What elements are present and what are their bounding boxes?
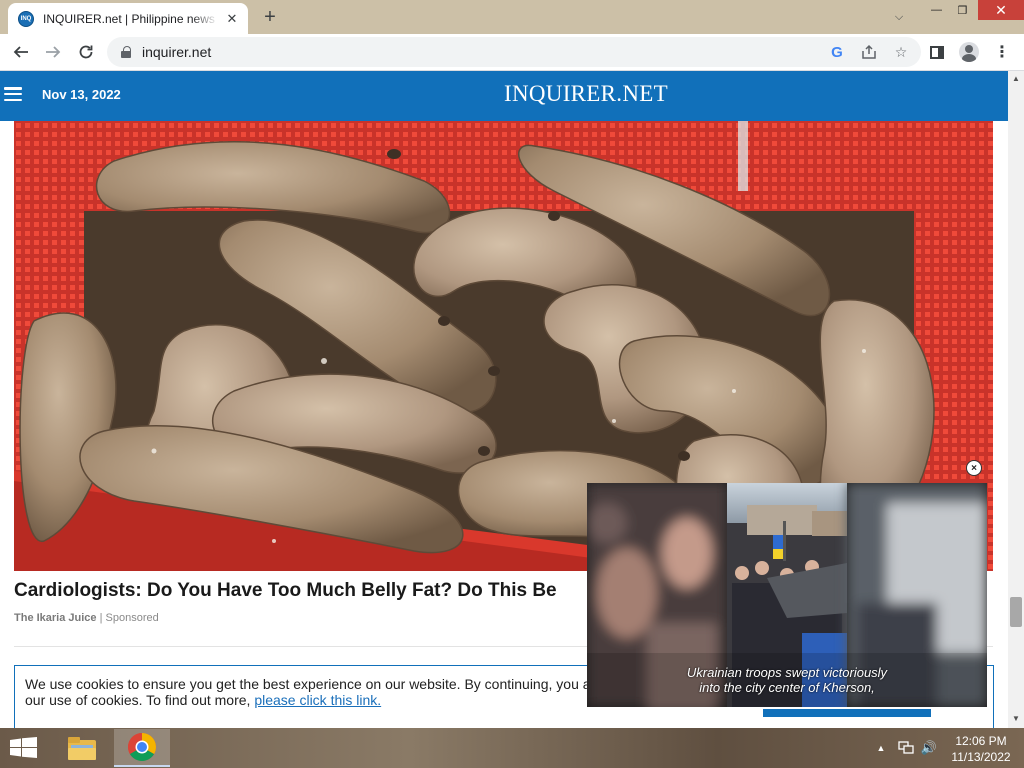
site-logo[interactable]: INQUIRER.NET [504, 81, 668, 107]
sponsored-source[interactable]: The Ikaria Juice [14, 612, 97, 624]
reload-button[interactable] [73, 39, 99, 65]
page-viewport: Nov 13, 2022 INQUIRER.NET Cardiologists:… [0, 71, 1008, 728]
start-button[interactable] [10, 737, 38, 759]
volume-icon[interactable]: 🔊 [920, 738, 938, 758]
taskbar-clock[interactable]: 12:06 PM 11/13/2022 [946, 733, 1016, 765]
lock-icon[interactable] [121, 45, 131, 59]
scrollbar-thumb[interactable] [1010, 597, 1022, 627]
file-explorer-taskbar-button[interactable] [54, 729, 110, 767]
meta-separator: | [99, 612, 103, 624]
sponsored-headline[interactable]: Cardiologists: Do You Have Too Much Bell… [14, 580, 588, 602]
forward-button[interactable] [40, 39, 66, 65]
restore-button[interactable]: ❐ [947, 0, 978, 20]
cookie-accept-button[interactable] [763, 709, 931, 717]
close-tab-icon[interactable]: ✕ [224, 11, 240, 27]
close-video-icon[interactable]: × [966, 460, 982, 476]
video-caption-line2: into the city center of Kherson, [699, 680, 875, 695]
network-icon[interactable] [897, 738, 915, 758]
video-caption: Ukrainian troops swept victoriously into… [587, 665, 987, 695]
side-panel-icon[interactable] [928, 42, 946, 62]
video-caption-line1: Ukrainian troops swept victoriously [686, 665, 888, 680]
address-bar[interactable]: inquirer.net G ☆ [107, 37, 921, 67]
new-tab-button[interactable]: + [258, 6, 282, 28]
clock-date: 11/13/2022 [951, 750, 1011, 764]
arrow-left-icon [13, 46, 28, 58]
google-icon[interactable]: G [827, 42, 847, 62]
folder-icon [68, 737, 96, 760]
sponsored-label: Sponsored [105, 612, 159, 624]
show-hidden-icons-chevron-icon[interactable]: ▲ [874, 738, 888, 758]
tab-strip: INQ INQUIRER.net | Philippine news for F… [0, 0, 1024, 34]
cookie-policy-link[interactable]: please click this link. [254, 692, 381, 708]
scroll-up-arrow-icon[interactable]: ▲ [1012, 75, 1020, 83]
chrome-taskbar-button[interactable] [114, 729, 170, 767]
floating-video-player[interactable]: Ukrainian troops swept victoriously into… [587, 483, 987, 707]
close-window-button[interactable]: ✕ [978, 0, 1024, 20]
url-text[interactable]: inquirer.net [142, 44, 211, 60]
tab-search-chevron-icon[interactable]: ⌵ [889, 8, 909, 26]
header-date: Nov 13, 2022 [42, 87, 121, 102]
hamburger-menu-icon[interactable] [4, 87, 22, 101]
profile-icon[interactable] [958, 42, 980, 62]
cookie-text-line2-body: our use of cookies. To find out more, [25, 692, 251, 708]
scroll-down-arrow-icon[interactable]: ▼ [1012, 715, 1020, 723]
windows-logo-icon [10, 737, 37, 758]
windows-taskbar: ▲ 🔊 12:06 PM 11/13/2022 [0, 728, 1024, 768]
tab-title: INQUIRER.net | Philippine news for Filip… [43, 11, 218, 26]
site-header: Nov 13, 2022 INQUIRER.NET [0, 71, 1008, 121]
vertical-scrollbar[interactable]: ▲ ▼ [1008, 71, 1024, 728]
share-icon[interactable] [859, 42, 879, 62]
arrow-right-icon [46, 46, 61, 58]
chrome-icon [128, 733, 156, 761]
sponsored-meta: The Ikaria Juice | Sponsored [14, 612, 159, 624]
clock-time: 12:06 PM [955, 734, 1007, 748]
reload-icon [79, 45, 93, 59]
browser-toolbar: inquirer.net G ☆ ⋮ [0, 34, 1024, 71]
star-icon[interactable]: ☆ [891, 42, 911, 62]
back-button[interactable] [8, 39, 34, 65]
browser-tab[interactable]: INQ INQUIRER.net | Philippine news for F… [8, 3, 248, 34]
inquirer-favicon-icon: INQ [18, 10, 34, 27]
kebab-menu-icon[interactable]: ⋮ [994, 42, 1010, 62]
